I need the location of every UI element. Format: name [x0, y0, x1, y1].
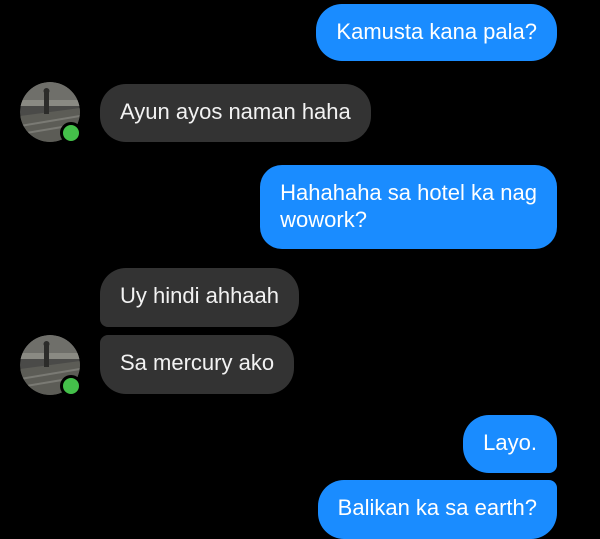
- active-status-dot-icon: [60, 375, 82, 397]
- contact-avatar[interactable]: [20, 82, 82, 144]
- active-status-dot-icon: [60, 122, 82, 144]
- message-text: Ayun ayos naman haha: [120, 99, 351, 124]
- message-bubble-outgoing[interactable]: Balikan ka sa earth?: [317, 480, 557, 539]
- contact-avatar[interactable]: [20, 335, 82, 397]
- message-bubble-incoming[interactable]: Ayun ayos naman haha: [100, 84, 371, 142]
- message-text-line: Hahahaha sa hotel ka nag: [280, 180, 537, 205]
- message-bubble-incoming[interactable]: Uy hindi ahhaah: [100, 268, 300, 327]
- message-text: Layo.: [483, 430, 537, 455]
- chat-thread[interactable]: Kamusta kana pala? Ayun ayos naman haha: [0, 0, 600, 539]
- message-text: Sa mercury ako: [120, 350, 275, 375]
- message-bubble-outgoing[interactable]: Layo.: [463, 415, 557, 473]
- message-text: Uy hindi ahhaah: [120, 283, 280, 308]
- message-text-line: wowork?: [280, 207, 367, 232]
- message-text: Kamusta kana pala?: [336, 19, 537, 44]
- message-bubble-incoming[interactable]: Sa mercury ako: [100, 335, 295, 394]
- message-bubble-outgoing[interactable]: Kamusta kana pala?: [316, 4, 557, 61]
- message-bubble-outgoing[interactable]: Hahahaha sa hotel ka nag wowork?: [260, 165, 557, 249]
- message-text: Balikan ka sa earth?: [337, 495, 537, 520]
